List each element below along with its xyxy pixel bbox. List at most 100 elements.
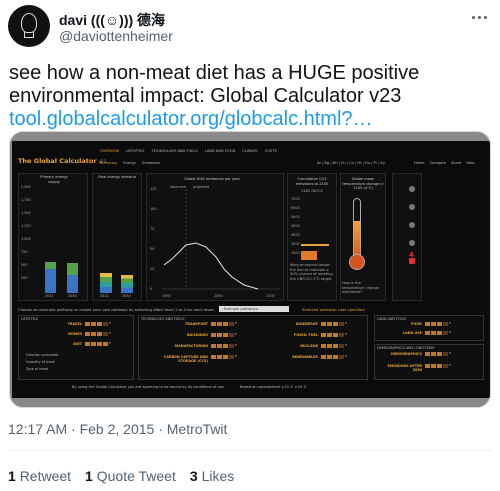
impact-icons <box>405 186 419 276</box>
tweet: davi (((☺))) 德海 @daviottenheimer see how… <box>0 0 500 491</box>
top-nav-item[interactable]: LAND AND FOOD <box>205 149 236 153</box>
chevron-down-icon[interactable]: ▾ <box>109 321 111 325</box>
avatar[interactable] <box>8 5 50 47</box>
energy-tick: 1,250 <box>21 224 31 228</box>
lever-buttons[interactable] <box>425 322 448 326</box>
chevron-down-icon[interactable]: ▾ <box>109 331 111 335</box>
lever-buttons[interactable] <box>425 364 448 368</box>
wave-icon[interactable] <box>409 204 415 210</box>
lever-buttons[interactable] <box>85 332 108 336</box>
top-nav-item[interactable]: CLIMATE <box>242 149 257 153</box>
tweet-stats: 1 Retweet 1 Quote Tweet 3 Likes <box>8 468 234 484</box>
lever-label: CARBON CAPTURE AND STORAGE (CCS) <box>163 355 208 363</box>
tweet-text: see how a non-meat diet has a HUGE posit… <box>9 62 495 131</box>
energy-tick: 500 <box>21 263 28 267</box>
ghg-line-chart <box>162 189 280 290</box>
example-pathway-dropdown[interactable]: --Example pathways-- <box>219 306 289 312</box>
ghg-year-2050: 2050 <box>214 294 223 298</box>
lever-buttons[interactable] <box>85 322 108 326</box>
right-nav-item[interactable]: Compare <box>430 161 446 165</box>
lever-label: NUCLEAR <box>300 344 318 348</box>
sub-nav-item[interactable]: Summary <box>100 161 117 165</box>
sun-icon[interactable] <box>409 186 415 192</box>
author-handle[interactable]: @daviottenheimer <box>59 28 173 44</box>
lever-buttons[interactable] <box>211 333 234 337</box>
right-nav-item[interactable]: Share <box>451 161 461 165</box>
chevron-down-icon[interactable]: ▾ <box>449 351 451 355</box>
energy-bar-2011-blue <box>45 269 56 293</box>
lever-label: DEMOGRAPHICS <box>391 352 422 356</box>
year-2011: 2011 <box>45 294 54 298</box>
quotes-stat[interactable]: 1 Quote Tweet <box>85 468 176 484</box>
tweet-timestamp[interactable]: 12:17 AM · Feb 2, 2015 · MetroTwit <box>8 421 227 437</box>
cumulative-tick: 1000 <box>291 251 300 255</box>
fire-icon[interactable] <box>409 240 415 246</box>
lever-buttons[interactable] <box>321 355 344 359</box>
chevron-down-icon[interactable]: ▾ <box>235 321 237 325</box>
app-sub-nav: Summary Energy Emissions <box>100 161 160 165</box>
lever-buttons[interactable] <box>211 355 234 359</box>
lever-label: EMISSIONS AFTER 2050 <box>387 364 422 372</box>
final-bar-2011 <box>100 273 112 293</box>
chevron-down-icon[interactable]: ▾ <box>235 354 237 358</box>
demographics-levers: DEMOGRAPHICS AND LONG-TERM <box>374 344 484 380</box>
top-nav-item[interactable]: OVERVIEW <box>100 149 119 153</box>
lever-buttons[interactable] <box>321 322 344 326</box>
final-energy-title: Final energy demand <box>98 175 136 179</box>
chevron-down-icon[interactable]: ▾ <box>345 354 347 358</box>
right-nav-item[interactable]: Help <box>466 161 474 165</box>
lever-buttons[interactable] <box>211 344 234 348</box>
tweet-link[interactable]: tool.globalcalculator.org/globcalc.html?… <box>9 108 495 131</box>
lever-label: DIET <box>73 342 82 346</box>
lever-buttons[interactable] <box>425 352 448 356</box>
lever-buttons[interactable] <box>321 333 344 337</box>
temperature-title: Global mean temperature change in 2100 (… <box>342 177 384 190</box>
lever-label: HOMES <box>68 332 82 336</box>
cumulative-tick: 7000 <box>291 197 300 201</box>
chevron-down-icon[interactable]: ▾ <box>109 341 111 345</box>
lever-buttons[interactable] <box>321 344 344 348</box>
chevron-down-icon[interactable]: ▾ <box>345 343 347 347</box>
chevron-down-icon[interactable]: ▾ <box>449 363 451 367</box>
tweet-media-image[interactable]: The Global Calculator v23 OVERVIEW LIFESTY… <box>9 131 491 408</box>
sub-nav-item[interactable]: Emissions <box>142 161 160 165</box>
ghg-tick: 125 <box>150 187 157 191</box>
language-bar: Ar | Bg | Brl | En | Cn | Ht | Hu | Pl |… <box>317 161 385 165</box>
year-2050: 2050 <box>68 294 77 298</box>
lever-label: LAND USE <box>402 331 422 335</box>
ghg-year-1990: 1990 <box>162 294 171 298</box>
top-nav-item[interactable]: TECHNOLOGY AND FUELS <box>152 149 198 153</box>
tweet-body: see how a non-meat diet has a HUGE posit… <box>9 62 420 107</box>
lever-buttons[interactable] <box>211 322 234 326</box>
top-nav-item[interactable]: COSTS <box>265 149 277 153</box>
energy-bar-2050-blue <box>67 275 78 293</box>
retweets-stat[interactable]: 1 Retweet <box>8 468 71 484</box>
chevron-down-icon[interactable]: ▾ <box>345 321 347 325</box>
diet-sub-lever: Calories consumed <box>26 353 59 357</box>
top-nav-item[interactable]: LIFESTYLE <box>126 149 144 153</box>
lever-buttons[interactable] <box>425 331 448 335</box>
likes-stat[interactable]: 3 Likes <box>190 468 234 484</box>
more-options-icon[interactable] <box>468 10 490 24</box>
chevron-down-icon[interactable]: ▾ <box>449 321 451 325</box>
chevron-down-icon[interactable]: ▾ <box>235 343 237 347</box>
chevron-down-icon[interactable]: ▾ <box>235 332 237 336</box>
author-display-name[interactable]: davi (((☺))) 德海 <box>59 10 165 30</box>
cumulative-tick: 5000 <box>291 215 300 219</box>
chevron-down-icon[interactable]: ▾ <box>345 332 347 336</box>
lever-buttons[interactable] <box>85 342 108 346</box>
lever-label: BUILDINGS <box>187 333 208 337</box>
chevron-down-icon[interactable]: ▾ <box>449 330 451 334</box>
right-nav-item[interactable]: Home <box>414 161 425 165</box>
sub-nav-item[interactable]: Energy <box>123 161 136 165</box>
final-year-2050: 2050 <box>122 294 131 298</box>
energy-tick: 250 <box>21 276 28 280</box>
temperature-value: 4 <box>409 251 414 259</box>
drop-icon[interactable] <box>409 222 415 228</box>
ghg-tick: 100 <box>150 207 157 211</box>
diet-sub-lever: Type of meat <box>26 367 49 371</box>
lever-label: FOOD <box>411 322 422 326</box>
land-food-levers: LAND AND FOOD <box>374 315 484 341</box>
cumulative-bar <box>301 251 317 260</box>
lever-label: TRANSPORT <box>185 322 208 326</box>
